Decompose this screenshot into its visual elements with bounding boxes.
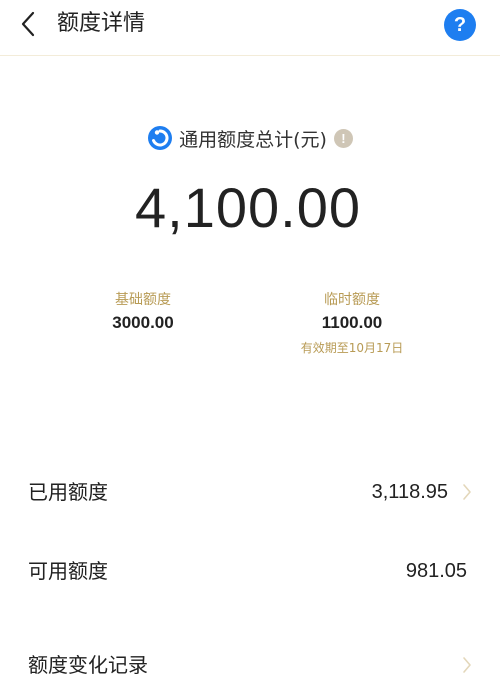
chevron-right-icon [463, 484, 471, 500]
credit-history-row[interactable]: 额度变化记录 [0, 637, 500, 688]
back-button[interactable] [10, 6, 46, 42]
base-quota-value: 3000.00 [112, 313, 174, 332]
available-credit-row: 可用额度 981.05 [0, 543, 500, 599]
used-credit-row[interactable]: 已用额度 3,118.95 [0, 464, 500, 520]
page-title: 额度详情 [57, 11, 146, 36]
credit-history-label: 额度变化记录 [28, 653, 148, 677]
base-quota: 基础额度 3000.00 [58, 290, 228, 336]
base-quota-label: 基础额度 [115, 292, 171, 308]
used-credit-label: 已用额度 [28, 480, 108, 504]
help-button[interactable]: ? [444, 9, 476, 41]
available-credit-value: 981.05 [405, 560, 467, 582]
chevron-left-icon [21, 11, 35, 37]
available-credit-label: 可用额度 [28, 559, 108, 583]
used-credit-value: 3,118.95 [371, 481, 448, 503]
chevron-right-icon [463, 657, 471, 673]
total-credit-label-row: 通用额度总计(元) ! [0, 124, 500, 152]
top-nav-bar: 额度详情 ? [0, 0, 500, 56]
brand-logo-icon [148, 126, 173, 150]
credit-detail-page: 额度详情 ? 通用额度总计(元) ! 4,100.00 基础额度 3000.00… [0, 0, 500, 688]
total-credit-amount: 4,100.00 [135, 176, 361, 239]
temporary-quota: 临时额度 1100.00 有效期至10月17日 [267, 290, 437, 358]
temporary-quota-value: 1100.00 [321, 313, 383, 332]
temporary-quota-expiry: 有效期至10月17日 [300, 341, 404, 355]
exclamation-icon[interactable]: ! [333, 128, 353, 148]
total-credit-label: 通用额度总计(元) [179, 128, 327, 151]
temporary-quota-label: 临时额度 [324, 292, 380, 308]
